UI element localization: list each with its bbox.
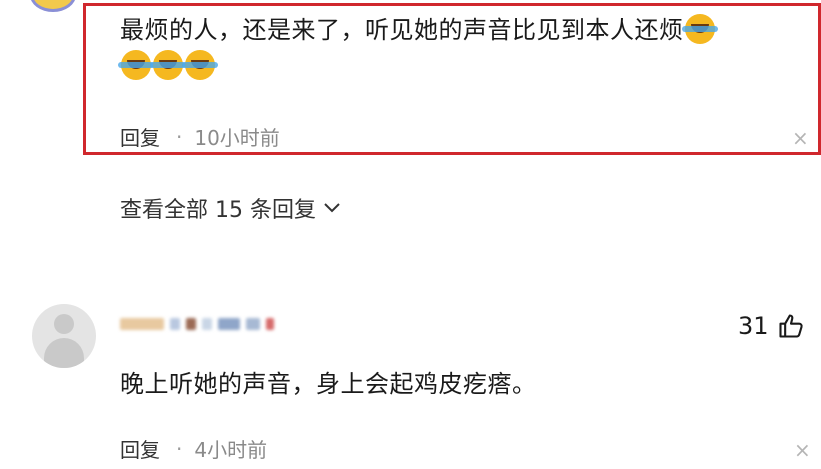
reply-button[interactable]: 回复	[120, 434, 160, 463]
comment-meta: 回复 · 10小时前	[120, 122, 280, 151]
avatar[interactable]	[30, 0, 76, 12]
view-all-replies-link[interactable]: 查看全部 15 条回复	[120, 192, 340, 224]
close-icon[interactable]: ×	[792, 128, 809, 148]
close-icon[interactable]: ×	[794, 440, 811, 460]
comment-text: 晚上听她的声音，身上会起鸡皮疙瘩。	[120, 370, 537, 398]
like-button[interactable]: 31	[738, 312, 805, 340]
username[interactable]	[120, 318, 274, 330]
separator-dot: ·	[176, 436, 183, 461]
crying-laughing-emoji-icon	[150, 50, 186, 80]
crying-laughing-emoji-icon	[182, 50, 218, 80]
view-all-replies-label: 查看全部 15 条回复	[120, 198, 316, 223]
crying-laughing-emoji-icon	[681, 14, 718, 44]
comment-time: 4小时前	[194, 438, 268, 462]
separator-dot: ·	[176, 124, 183, 149]
chevron-down-icon	[324, 203, 340, 213]
reply-button[interactable]: 回复	[120, 122, 160, 151]
comment-text: 最烦的人，还是来了，听见她的声音比见到本人还烦	[118, 12, 810, 84]
crying-laughing-emoji-icon	[118, 50, 154, 80]
comment-text-content: 最烦的人，还是来了，听见她的声音比见到本人还烦	[120, 16, 684, 44]
like-count: 31	[738, 312, 769, 340]
thumbs-up-icon	[778, 314, 803, 338]
comment-meta: 回复 · 4小时前	[120, 434, 267, 463]
avatar[interactable]	[32, 304, 96, 368]
comment-time: 10小时前	[194, 126, 280, 150]
